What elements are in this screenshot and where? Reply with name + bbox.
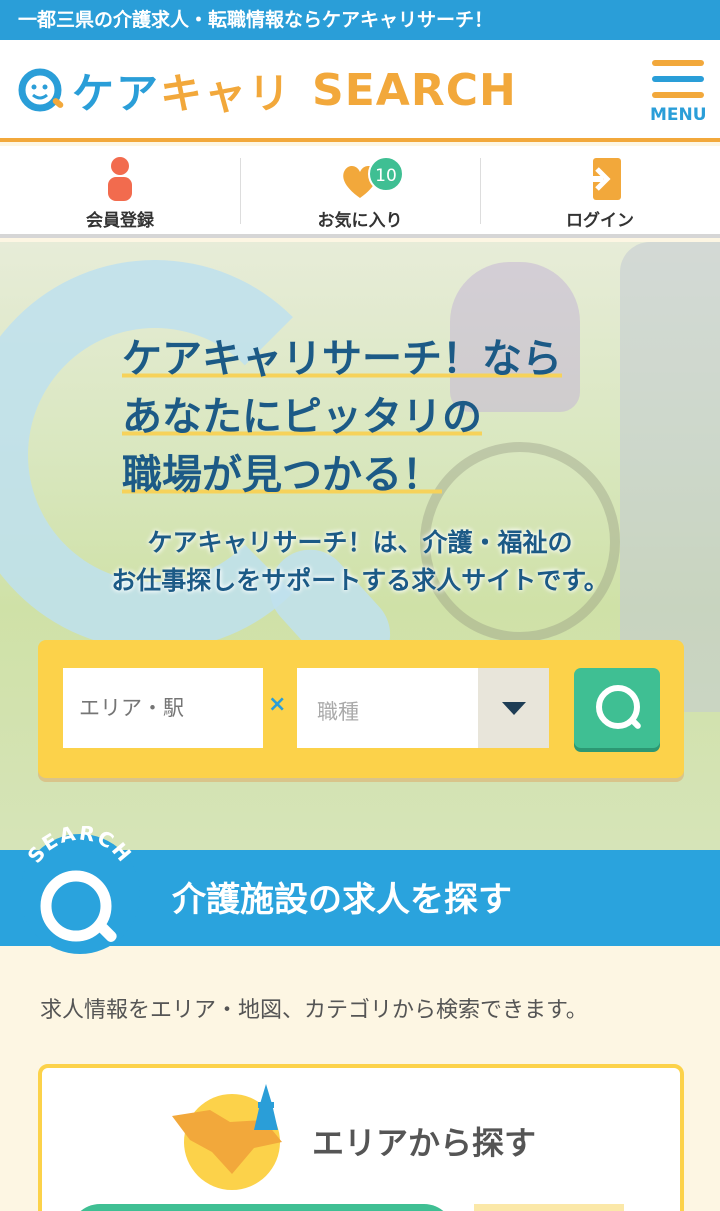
logo-text-latin: SEARCH	[312, 64, 517, 116]
site-header: ケアキャリ SEARCH MENU	[0, 40, 720, 142]
login-icon	[581, 158, 621, 200]
times-separator: ×	[268, 692, 287, 717]
area-map-button[interactable]	[474, 1204, 624, 1211]
hamburger-icon	[652, 60, 704, 66]
favorites-count-badge: 10	[368, 156, 404, 192]
person-icon	[108, 157, 132, 201]
hero-headline-line: あなたにピッタリの	[122, 394, 482, 440]
section-title: 介護施設の求人を探す	[172, 880, 512, 920]
register-label: 会員登録	[86, 211, 154, 231]
site-logo[interactable]: ケアキャリ SEARCH	[18, 62, 517, 118]
search-icon-handle	[627, 715, 643, 731]
search-panel: × 職種	[38, 640, 684, 778]
menu-label: MENU	[650, 105, 707, 125]
area-search-title: エリアから探す	[312, 1124, 537, 1162]
search-button[interactable]	[574, 668, 660, 748]
hero-subtitle-line: ケアキャリサーチ！は、介護・福祉の	[147, 528, 573, 557]
menu-button[interactable]: MENU	[650, 58, 707, 128]
hero-headline-line: ケアキャリサーチ！なら	[122, 336, 562, 382]
favorites-button[interactable]: お気に入り	[240, 146, 480, 234]
favorites-label: お気に入り	[317, 211, 403, 231]
quick-nav: 会員登録 お気に入り ログイン	[0, 146, 720, 238]
login-label: ログイン	[566, 211, 634, 231]
logo-text-kana: ケアキャリ	[72, 68, 293, 118]
register-button[interactable]: 会員登録	[0, 146, 240, 234]
section-intro-text: 求人情報をエリア・地図、カテゴリから検索できます。	[40, 998, 588, 1023]
hamburger-bar	[652, 92, 704, 98]
job-type-placeholder: 職種	[317, 700, 359, 724]
area-list-button[interactable]	[70, 1204, 454, 1211]
hero-headline-line: 職場が見つかる！	[122, 452, 442, 498]
hamburger-bar	[652, 76, 704, 82]
hero-banner: ケアキャリサーチ！なら あなたにピッタリの 職場が見つかる！ ケアキャリサーチ！…	[0, 242, 720, 850]
map-tower-icon	[172, 1084, 282, 1190]
smile-logo-icon	[18, 68, 64, 112]
announcement-text: 一都三県の介護求人・転職情報ならケアキャリサーチ！	[18, 9, 494, 31]
area-station-input[interactable]	[63, 668, 263, 748]
hero-subtitle-line: お仕事探しをサポートする求人サイトです。	[111, 566, 609, 595]
hero-headline: ケアキャリサーチ！なら あなたにピッタリの 職場が見つかる！	[122, 330, 682, 504]
hero-subtitle: ケアキャリサーチ！は、介護・福祉の お仕事探しをサポートする求人サイトです。	[0, 524, 720, 600]
top-announcement-bar: 一都三県の介護求人・転職情報ならケアキャリサーチ！	[0, 0, 720, 40]
area-search-card[interactable]: エリアから探す	[38, 1064, 684, 1211]
search-badge-icon: SEARCH	[20, 826, 140, 954]
chevron-down-icon[interactable]	[478, 668, 549, 748]
login-button[interactable]: ログイン	[480, 146, 720, 234]
job-type-select[interactable]: 職種	[297, 668, 549, 748]
